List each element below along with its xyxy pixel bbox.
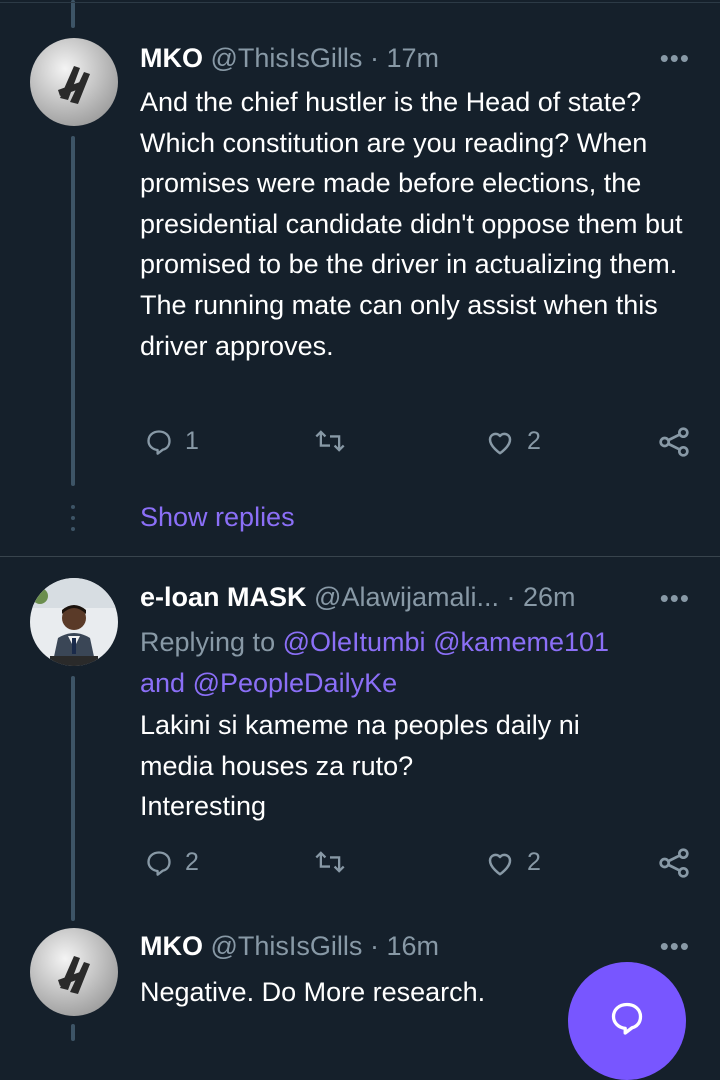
mention-link[interactable]: @PeopleDailyKe: [193, 668, 398, 698]
mention-link[interactable]: @OleItumbi: [283, 627, 426, 657]
reply-count: 1: [185, 427, 199, 455]
more-options-icon[interactable]: •••: [660, 933, 690, 959]
share-button[interactable]: [658, 427, 690, 457]
retweet-icon: [314, 427, 346, 455]
replying-to: Replying to @OleItumbi @kameme101 and @P…: [140, 622, 700, 703]
tweet-text: And the chief hustler is the Head of sta…: [140, 87, 683, 361]
show-replies-link[interactable]: Show replies: [140, 502, 295, 533]
heart-icon: [485, 849, 515, 877]
like-button[interactable]: 2: [485, 427, 541, 456]
share-icon: [658, 427, 690, 457]
reply-icon: [145, 849, 173, 877]
handle[interactable]: @ThisIsGills: [211, 43, 363, 73]
handle[interactable]: @Alawijamali...: [314, 582, 499, 612]
mention-link[interactable]: @kameme101: [433, 627, 609, 657]
heart-icon: [485, 428, 515, 456]
compose-reply-button[interactable]: [568, 962, 686, 1080]
tweet-text-line: Lakini si kameme na peoples daily ni: [140, 710, 580, 740]
thread-line-3: [71, 1024, 75, 1041]
thread-line-top: [71, 0, 75, 28]
retweet-icon: [314, 848, 346, 876]
timestamp[interactable]: · 17m: [370, 43, 439, 73]
more-options-icon[interactable]: •••: [660, 585, 690, 611]
tweet-divider: [0, 556, 720, 557]
mention-and: and: [140, 667, 186, 698]
replying-prefix: Replying to: [140, 627, 276, 657]
avatar-mko[interactable]: [30, 928, 118, 1016]
avatar-eloan-mask[interactable]: [30, 578, 118, 666]
tweet-text: Lakini si kameme na peoples daily ni med…: [140, 705, 695, 827]
timestamp[interactable]: · 16m: [370, 931, 439, 961]
reply-count: 2: [185, 848, 199, 876]
reply-button[interactable]: 1: [145, 427, 199, 456]
reply-button[interactable]: 2: [145, 848, 199, 877]
more-options-icon[interactable]: •••: [660, 45, 690, 71]
reply-icon: [145, 428, 173, 456]
tweet-text-line: media houses za ruto?: [140, 750, 414, 781]
top-border: [0, 2, 720, 3]
timestamp[interactable]: · 26m: [507, 582, 576, 612]
share-button[interactable]: [658, 848, 690, 878]
like-button[interactable]: 2: [485, 848, 541, 877]
tweet-actions: 1 2: [140, 427, 700, 467]
retweet-button[interactable]: [314, 848, 346, 876]
avatar-mko[interactable]: [30, 38, 118, 126]
tweet-header: e-loan MASK @Alawijamali... · 26m: [140, 580, 576, 614]
share-icon: [658, 848, 690, 878]
retweet-button[interactable]: [314, 427, 346, 455]
tweet-header: MKO @ThisIsGills · 17m: [140, 41, 439, 75]
tweet-actions: 2 2: [140, 848, 700, 888]
thread-gap-indicator: [71, 505, 75, 538]
tweet-text-line: Interesting: [140, 791, 267, 822]
like-count: 2: [527, 848, 541, 876]
tweet-header: MKO @ThisIsGills · 16m: [140, 929, 439, 963]
display-name[interactable]: e-loan MASK: [140, 582, 307, 612]
thread-line-2: [71, 676, 75, 921]
display-name[interactable]: MKO: [140, 43, 203, 73]
handle[interactable]: @ThisIsGills: [211, 931, 363, 961]
like-count: 2: [527, 427, 541, 455]
thread-line-1: [71, 136, 75, 486]
display-name[interactable]: MKO: [140, 931, 203, 961]
